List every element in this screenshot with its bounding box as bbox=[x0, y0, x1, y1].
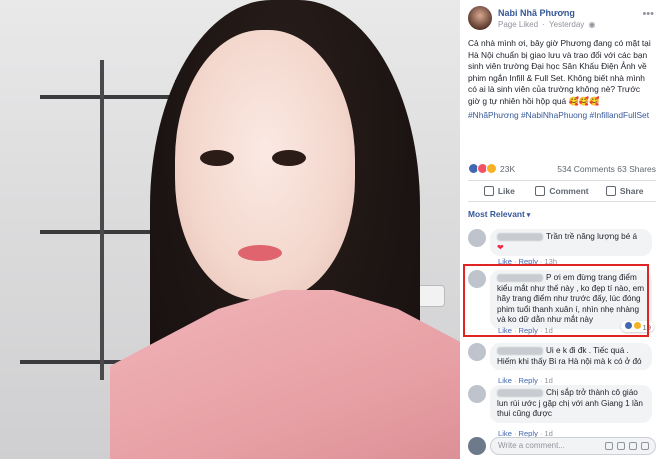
user-avatar bbox=[468, 437, 486, 455]
globe-icon: ◉ bbox=[588, 20, 596, 29]
portrait-eye bbox=[200, 150, 234, 166]
heart-icon: ❤ bbox=[497, 242, 504, 252]
reaction-summary[interactable]: 23K bbox=[468, 163, 515, 174]
shares-count[interactable]: 63 Shares bbox=[617, 164, 656, 174]
highlight-box bbox=[463, 264, 649, 337]
post-side-panel: Nabi Nhã Phương Page Liked · Yesterday ◉… bbox=[460, 0, 660, 459]
separator-dot: · bbox=[513, 376, 517, 385]
commenter-avatar[interactable] bbox=[468, 385, 486, 403]
post-meta: Page Liked · Yesterday ◉ bbox=[498, 20, 598, 29]
post-header: Nabi Nhã Phương Page Liked · Yesterday ◉… bbox=[468, 6, 658, 32]
comment-composer: Write a comment... bbox=[468, 437, 656, 455]
comment-reply-link[interactable]: Reply bbox=[518, 376, 537, 385]
more-options-icon[interactable]: ••• bbox=[642, 8, 654, 20]
post-stats: 23K 534 Comments 63 Shares bbox=[468, 163, 656, 177]
comment-icon bbox=[535, 186, 546, 196]
page-name-link[interactable]: Nabi Nhã Phương bbox=[498, 8, 575, 18]
composer-icons bbox=[605, 442, 649, 450]
page-avatar[interactable] bbox=[468, 6, 492, 30]
shelf-decor bbox=[100, 60, 104, 380]
reactions-count: 23K bbox=[500, 163, 516, 174]
commenter-avatar[interactable] bbox=[468, 343, 486, 361]
emoji-icon[interactable] bbox=[605, 442, 613, 450]
share-button[interactable]: Share bbox=[593, 181, 656, 201]
comment-item: Chị sắp trở thành cô giáo lun rùi ước j … bbox=[468, 385, 656, 438]
post-photo[interactable] bbox=[0, 0, 460, 459]
thumbs-up-icon bbox=[483, 186, 494, 196]
share-icon bbox=[605, 186, 616, 196]
camera-icon[interactable] bbox=[617, 442, 625, 450]
comment-bubble: Chị sắp trở thành cô giáo lun rùi ước j … bbox=[490, 385, 652, 423]
comment-button[interactable]: Comment bbox=[531, 181, 594, 201]
separator-dot: · bbox=[542, 20, 545, 29]
post-hashtags[interactable]: #NhãPhương #NabiNhaPhuong #InfillandFull… bbox=[468, 110, 658, 120]
commenter-avatar[interactable] bbox=[468, 229, 486, 247]
separator-dot: · bbox=[539, 376, 543, 385]
gif-icon[interactable] bbox=[629, 442, 637, 450]
redacted-name bbox=[497, 232, 543, 241]
portrait-lips bbox=[238, 245, 282, 261]
portrait-eye bbox=[272, 150, 306, 166]
comment-actions: Like · Reply · 1d bbox=[498, 376, 553, 385]
comment-sort-dropdown[interactable]: Most Relevant ▾ bbox=[468, 209, 530, 219]
like-button-label: Like bbox=[497, 186, 515, 196]
post-actions-bar: Like Comment Share bbox=[468, 180, 656, 202]
post-body: Cả nhà mình ơi, bây giờ Phương đang có m… bbox=[468, 38, 651, 106]
comment-input[interactable]: Write a comment... bbox=[490, 437, 656, 455]
comment-input-placeholder: Write a comment... bbox=[498, 441, 565, 450]
redacted-name bbox=[497, 388, 543, 397]
comments-shares: 534 Comments 63 Shares bbox=[557, 164, 656, 174]
page-status: Page Liked bbox=[498, 20, 539, 29]
comment-bubble: Ui e k đi đk . Tiếc quá . Hiếm khi thấy … bbox=[490, 343, 652, 371]
comment-item: Trần trề năng lượng bé á ❤ Like · Reply · 13… bbox=[468, 229, 656, 267]
comments-count[interactable]: 534 Comments bbox=[557, 164, 615, 174]
sort-label: Most Relevant bbox=[468, 209, 525, 219]
comment-time[interactable]: 1d bbox=[544, 376, 552, 385]
chevron-down-icon: ▾ bbox=[526, 212, 531, 219]
comment-text: Trần trề năng lượng bé á bbox=[546, 232, 638, 241]
comment-bubble: Trần trề năng lượng bé á ❤ bbox=[490, 229, 652, 257]
post-time[interactable]: Yesterday bbox=[549, 20, 584, 29]
comment-button-label: Comment bbox=[549, 186, 589, 196]
comment-item: Ui e k đi đk . Tiếc quá . Hiếm khi thấy … bbox=[468, 343, 656, 385]
share-button-label: Share bbox=[619, 186, 644, 196]
facebook-photo-viewer: Nabi Nhã Phương Page Liked · Yesterday ◉… bbox=[0, 0, 660, 459]
haha-reaction-icon bbox=[486, 163, 497, 174]
sticker-icon[interactable] bbox=[641, 442, 649, 450]
comment-like-link[interactable]: Like bbox=[498, 376, 512, 385]
like-button[interactable]: Like bbox=[468, 181, 531, 201]
redacted-name bbox=[497, 346, 543, 355]
